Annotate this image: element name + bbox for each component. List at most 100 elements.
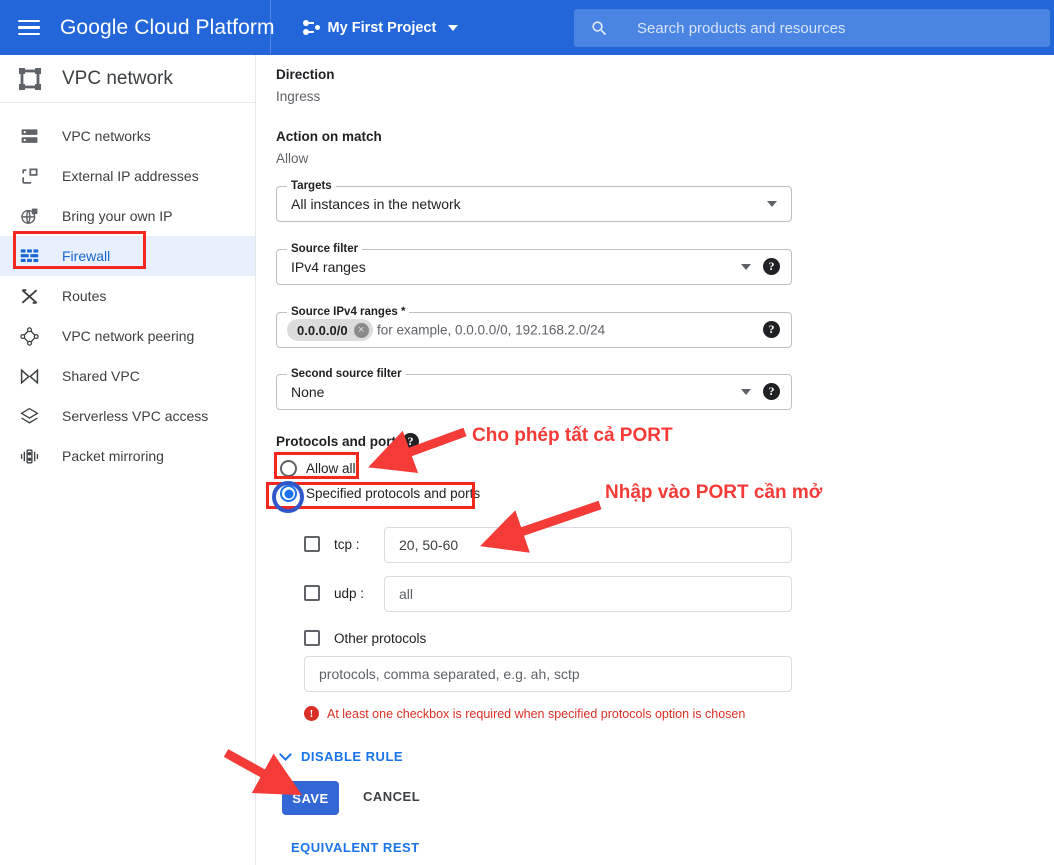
- radio-specified-protocols-and-ports[interactable]: Specified protocols and ports: [280, 485, 480, 502]
- other-protocols-input[interactable]: protocols, comma separated, e.g. ah, sct…: [304, 656, 792, 692]
- other-protocols-placeholder: protocols, comma separated, e.g. ah, sct…: [319, 666, 580, 682]
- equivalent-rest-button[interactable]: EQUIVALENT REST: [291, 840, 420, 855]
- udp-ports-input[interactable]: all: [384, 576, 792, 612]
- top-app-bar: Google Cloud Platform My First Project S…: [0, 0, 1054, 55]
- sidebar-item-label: Serverless VPC access: [62, 408, 208, 424]
- routes-icon: [18, 285, 40, 307]
- validation-error: ! At least one checkbox is required when…: [304, 706, 745, 721]
- search-placeholder: Search products and resources: [637, 20, 845, 37]
- sidebar-item-vpc-networks[interactable]: VPC networks: [0, 116, 255, 156]
- sidebar-item-label: Routes: [62, 288, 106, 304]
- targets-select[interactable]: Targets All instances in the network: [276, 186, 792, 222]
- sidebar-item-firewall[interactable]: Firewall: [0, 236, 255, 276]
- protocols-and-ports-label: Protocols and ports: [276, 434, 404, 449]
- search-input[interactable]: Search products and resources: [574, 9, 1050, 47]
- sidebar-item-shared-vpc[interactable]: Shared VPC: [0, 356, 255, 396]
- sidebar-item-external-ip-addresses[interactable]: External IP addresses: [0, 156, 255, 196]
- disable-rule-button[interactable]: DISABLE RULE: [281, 749, 403, 764]
- close-icon[interactable]: ×: [354, 323, 369, 338]
- chevron-down-icon: [741, 389, 751, 395]
- second-source-filter-select[interactable]: Second source filter None: [276, 374, 792, 410]
- action-on-match-value: Allow: [276, 151, 308, 166]
- second-source-filter-value: None: [291, 384, 324, 400]
- source-ipv4-ranges-label: Source IPv4 ranges *: [287, 306, 409, 318]
- tcp-checkbox[interactable]: tcp :: [304, 536, 360, 552]
- source-ipv4-ranges-input[interactable]: Source IPv4 ranges * 0.0.0.0/0 × for exa…: [276, 312, 792, 348]
- source-filter-help-icon[interactable]: ?: [763, 258, 780, 275]
- tcp-label: tcp :: [334, 537, 360, 552]
- second-source-filter-help-icon[interactable]: ?: [763, 383, 780, 400]
- brand-title: Google Cloud Platform: [60, 16, 275, 40]
- protocols-and-ports-help-icon[interactable]: ?: [402, 433, 419, 450]
- ip-range-chip[interactable]: 0.0.0.0/0 ×: [287, 319, 373, 341]
- source-filter-select[interactable]: Source filter IPv4 ranges: [276, 249, 792, 285]
- other-protocols-checkbox[interactable]: Other protocols: [304, 630, 426, 646]
- sidebar-header: VPC network: [0, 55, 255, 103]
- other-protocols-label: Other protocols: [334, 631, 426, 646]
- validation-error-text: At least one checkbox is required when s…: [327, 707, 745, 721]
- vpc-networks-icon: [18, 125, 40, 147]
- chevron-down-icon: [767, 201, 777, 207]
- second-source-filter-label: Second source filter: [287, 368, 406, 380]
- targets-value: All instances in the network: [291, 196, 461, 212]
- radio-allow-all-label: Allow all: [306, 461, 356, 476]
- direction-label: Direction: [276, 67, 335, 82]
- sidebar-item-serverless-vpc-access[interactable]: Serverless VPC access: [0, 396, 255, 436]
- project-selector-icon: [303, 20, 320, 35]
- checkbox-icon: [304, 536, 320, 552]
- shared-vpc-icon: [18, 365, 40, 387]
- bring-your-own-ip-icon: [18, 205, 40, 227]
- sidebar-nav: VPC networks External IP addresses Bring…: [0, 103, 255, 476]
- udp-label: udp :: [334, 586, 364, 601]
- equivalent-rest-label: EQUIVALENT REST: [291, 840, 420, 855]
- source-filter-label: Source filter: [287, 243, 362, 255]
- radio-icon-selected: [280, 485, 297, 502]
- udp-ports-placeholder: all: [399, 586, 413, 602]
- sidebar-item-label: External IP addresses: [62, 168, 199, 184]
- targets-label: Targets: [287, 180, 336, 192]
- action-on-match-label: Action on match: [276, 129, 382, 144]
- serverless-vpc-icon: [18, 405, 40, 427]
- radio-specified-label: Specified protocols and ports: [306, 486, 480, 501]
- sidebar-item-bring-your-own-ip[interactable]: Bring your own IP: [0, 196, 255, 236]
- tcp-ports-value: 20, 50-60: [399, 537, 458, 553]
- sidebar-item-packet-mirroring[interactable]: Packet mirroring: [0, 436, 255, 476]
- vpc-peering-icon: [18, 325, 40, 347]
- sidebar-item-label: Packet mirroring: [62, 448, 164, 464]
- search-icon: [590, 19, 609, 38]
- chevron-down-icon: [741, 264, 751, 270]
- firewall-icon: [18, 245, 40, 267]
- packet-mirroring-icon: [18, 445, 40, 467]
- sidebar-item-routes[interactable]: Routes: [0, 276, 255, 316]
- sidebar: VPC network VPC networks External IP add…: [0, 55, 256, 865]
- source-ipv4-ranges-help-icon[interactable]: ?: [763, 321, 780, 338]
- ip-range-chip-label: 0.0.0.0/0: [297, 323, 348, 338]
- sidebar-item-label: VPC networks: [62, 128, 151, 144]
- external-ip-icon: [18, 165, 40, 187]
- udp-checkbox[interactable]: udp :: [304, 585, 364, 601]
- disable-rule-label: DISABLE RULE: [301, 749, 403, 764]
- topbar-divider: [270, 0, 271, 55]
- direction-value: Ingress: [276, 89, 320, 104]
- project-name: My First Project: [328, 20, 437, 36]
- project-selector[interactable]: My First Project: [303, 20, 459, 36]
- firewall-rule-form: Direction Ingress Action on match Allow …: [257, 55, 1054, 865]
- source-ipv4-ranges-placeholder: for example, 0.0.0.0/0, 192.168.2.0/24: [377, 323, 605, 338]
- sidebar-item-label: Bring your own IP: [62, 208, 173, 224]
- vpc-network-icon: [16, 66, 44, 92]
- cancel-button[interactable]: CANCEL: [357, 788, 426, 805]
- sidebar-item-label: Firewall: [62, 248, 110, 264]
- checkbox-icon: [304, 585, 320, 601]
- radio-allow-all[interactable]: Allow all: [280, 460, 356, 477]
- tcp-ports-input[interactable]: 20, 50-60: [384, 527, 792, 563]
- error-icon: !: [304, 706, 319, 721]
- page-title: VPC network: [62, 68, 173, 90]
- hamburger-menu-icon[interactable]: [18, 20, 40, 36]
- save-button[interactable]: SAVE: [282, 781, 339, 815]
- sidebar-item-label: Shared VPC: [62, 368, 140, 384]
- sidebar-item-vpc-network-peering[interactable]: VPC network peering: [0, 316, 255, 356]
- chevron-down-icon: [448, 25, 458, 31]
- source-filter-value: IPv4 ranges: [291, 259, 366, 275]
- sidebar-item-label: VPC network peering: [62, 328, 194, 344]
- chevron-down-icon: [279, 748, 292, 761]
